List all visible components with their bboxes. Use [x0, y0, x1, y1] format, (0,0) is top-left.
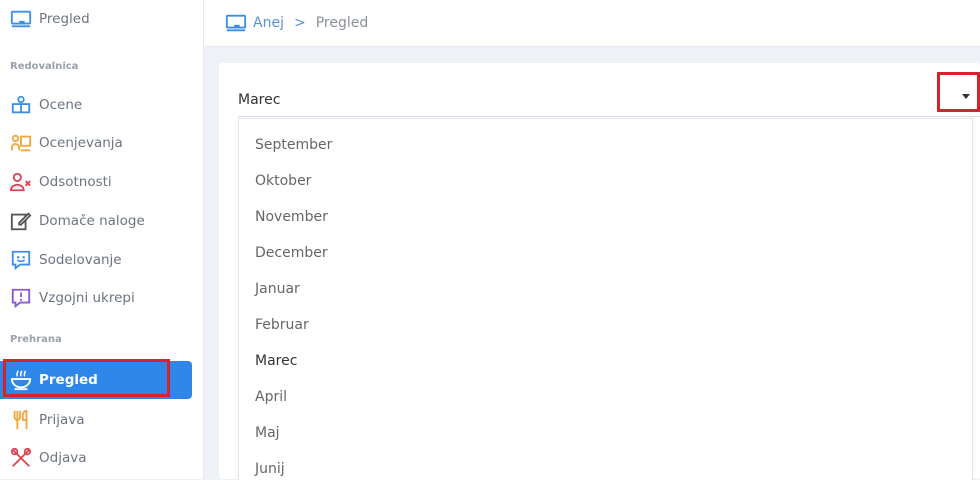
sidebar-item-label: Ocenjevanja — [39, 135, 123, 151]
sidebar-item-label: Pregled — [39, 11, 90, 27]
month-select-value: Marec — [238, 92, 281, 108]
edit-icon — [10, 212, 32, 231]
sidebar-item-label: Prijava — [39, 412, 85, 428]
month-select[interactable]: Marec — [238, 72, 980, 117]
sidebar-item-label: Ocene — [39, 97, 83, 113]
assessment-icon — [10, 134, 32, 152]
breadcrumb: Anej > Pregled — [225, 12, 368, 34]
month-option-maj[interactable]: Maj — [255, 425, 280, 441]
sidebar-item-pregled-prehrana[interactable]: Pregled — [0, 361, 192, 399]
section-label-redovalnica: Redovalnica — [10, 61, 79, 72]
month-option-september[interactable]: September — [255, 137, 332, 153]
cutlery-cancel-icon — [10, 447, 32, 467]
month-option-december[interactable]: December — [255, 245, 328, 261]
month-option-januar[interactable]: Januar — [255, 281, 300, 297]
sidebar-item-domace-naloge[interactable]: Domače naloge — [10, 208, 145, 234]
month-option-februar[interactable]: Februar — [255, 317, 309, 333]
sidebar-item-odjava[interactable]: Odjava — [10, 445, 86, 471]
month-dropdown-list: September Oktober November December Janu… — [238, 118, 973, 480]
alert-icon — [11, 288, 31, 309]
sidebar-item-odsotnosti[interactable]: Odsotnosti — [10, 169, 112, 195]
absence-icon — [10, 172, 31, 192]
sidebar-item-pregled-top[interactable]: Pregled — [10, 6, 90, 32]
breadcrumb-current: Pregled — [315, 15, 369, 31]
chevron-right-icon: > — [293, 15, 306, 31]
month-option-november[interactable]: November — [255, 209, 328, 225]
sidebar-item-ocenjevanja[interactable]: Ocenjevanja — [10, 130, 123, 156]
sidebar-item-prijava[interactable]: Prijava — [10, 407, 85, 433]
sidebar-item-label: Domače naloge — [39, 213, 145, 229]
month-option-oktober[interactable]: Oktober — [255, 173, 311, 189]
sidebar-item-label: Odsotnosti — [39, 174, 112, 190]
sidebar-item-label: Sodelovanje — [39, 252, 122, 268]
sidebar: Pregled Redovalnica Ocene Ocenjevanja Od… — [0, 0, 204, 479]
monitor-icon — [225, 14, 247, 32]
top-bar: Anej > Pregled — [204, 0, 980, 47]
caret-down-icon — [962, 94, 970, 99]
sidebar-item-ocene[interactable]: Ocene — [10, 92, 82, 118]
monitor-icon — [10, 10, 32, 28]
month-option-junij[interactable]: Junij — [255, 461, 285, 477]
sidebar-item-sodelovanje[interactable]: Sodelovanje — [10, 247, 122, 273]
month-option-april[interactable]: April — [255, 389, 287, 405]
section-label-prehrana: Prehrana — [10, 334, 62, 345]
sidebar-item-label: Pregled — [39, 372, 98, 388]
gradebook-icon — [11, 95, 31, 114]
breadcrumb-root[interactable]: Anej — [253, 15, 284, 31]
sidebar-item-label: Odjava — [39, 450, 87, 466]
bowl-icon — [10, 370, 32, 391]
sidebar-item-vzgojni-ukrepi[interactable]: Vzgojni ukrepi — [10, 285, 135, 311]
cutlery-icon — [13, 409, 28, 430]
dropdown-toggle-button[interactable] — [937, 72, 980, 112]
month-option-marec[interactable]: Marec — [255, 353, 297, 369]
sidebar-item-label: Vzgojni ukrepi — [39, 290, 135, 306]
participation-icon — [11, 250, 31, 271]
